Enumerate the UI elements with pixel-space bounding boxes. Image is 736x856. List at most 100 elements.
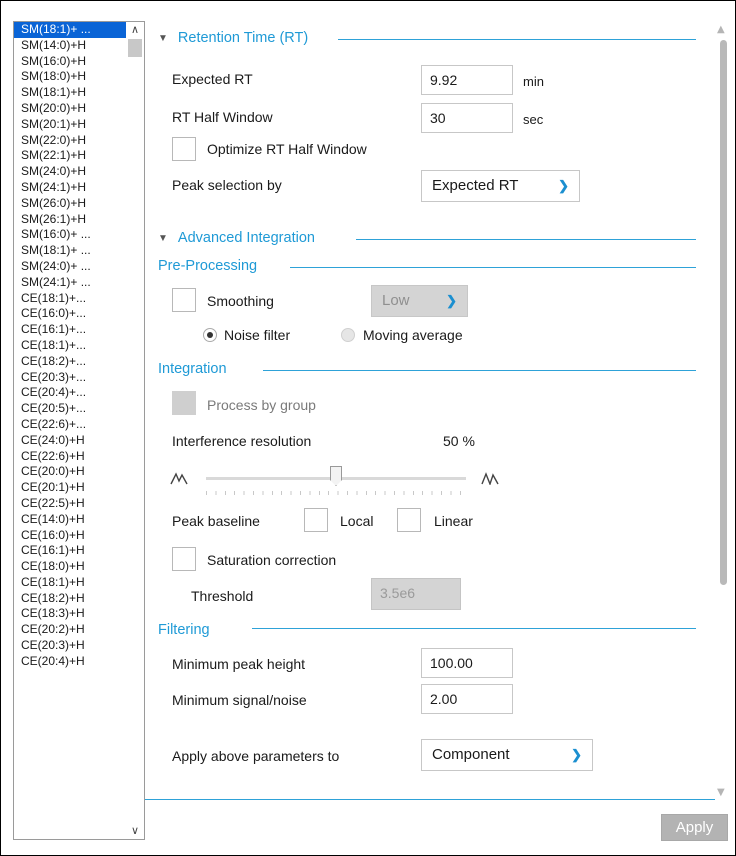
chevron-down-icon: ❯	[446, 293, 457, 308]
footer-divider	[145, 799, 715, 800]
list-scrollbar[interactable]: ∧ ∨	[126, 22, 144, 839]
section-retention-time[interactable]: ▼ Retention Time (RT)	[158, 30, 308, 46]
list-item[interactable]: CE(20:3)+...	[14, 370, 126, 386]
moving-average-radio[interactable]	[341, 328, 355, 342]
list-item[interactable]: SM(26:0)+H	[14, 196, 126, 212]
chevron-down-icon: ❯	[558, 178, 569, 193]
optimize-rt-label: Optimize RT Half Window	[207, 141, 367, 157]
slider-ticks	[206, 491, 466, 495]
list-item[interactable]: CE(16:0)+H	[14, 528, 126, 544]
list-item[interactable]: SM(24:0)+ ...	[14, 259, 126, 275]
expected-rt-input[interactable]: 9.92	[421, 65, 513, 95]
local-baseline-checkbox[interactable]	[304, 508, 328, 532]
list-item[interactable]: CE(22:6)+...	[14, 417, 126, 433]
list-item[interactable]: CE(18:2)+...	[14, 354, 126, 370]
apply-parameters-label: Apply above parameters to	[172, 748, 340, 764]
list-item[interactable]: SM(18:1)+ ...	[14, 243, 126, 259]
list-scroll-thumb[interactable]	[128, 39, 142, 57]
list-item[interactable]: SM(16:0)+ ...	[14, 227, 126, 243]
peak-narrow-icon	[481, 472, 499, 485]
section-advanced-integration[interactable]: ▼ Advanced Integration	[158, 230, 315, 246]
min-peak-height-input[interactable]: 100.00	[421, 648, 513, 678]
list-item[interactable]: CE(16:0)+...	[14, 306, 126, 322]
list-item[interactable]: CE(18:0)+H	[14, 559, 126, 575]
list-item[interactable]: SM(24:1)+ ...	[14, 275, 126, 291]
saturation-correction-checkbox[interactable]	[172, 547, 196, 571]
expected-rt-label: Expected RT	[172, 71, 253, 87]
list-item[interactable]: CE(16:1)+...	[14, 322, 126, 338]
threshold-input: 3.5e6	[371, 578, 461, 610]
smoothing-level-value: Low	[382, 292, 410, 309]
list-item[interactable]: CE(20:4)+...	[14, 385, 126, 401]
interference-resolution-value: 50 %	[443, 433, 475, 449]
collapse-triangle-icon[interactable]: ▼	[158, 33, 168, 44]
list-item[interactable]: SM(24:0)+H	[14, 164, 126, 180]
apply-button[interactable]: Apply	[661, 814, 728, 841]
list-item[interactable]: SM(18:1)+ ...	[14, 22, 126, 38]
panel-scrollbar[interactable]: ▲ ▼	[716, 22, 728, 798]
list-item[interactable]: SM(14:0)+H	[14, 38, 126, 54]
scroll-up-icon[interactable]: ∧	[126, 22, 144, 38]
list-item[interactable]: CE(20:4)+H	[14, 654, 126, 670]
compound-list[interactable]: SM(18:1)+ ... SM(14:0)+H SM(16:0)+H SM(18:0…	[13, 21, 145, 840]
section-title: Integration	[158, 361, 227, 377]
threshold-label: Threshold	[191, 588, 254, 604]
list-item[interactable]: SM(20:1)+H	[14, 117, 126, 133]
compound-list-items: SM(18:1)+ ... SM(14:0)+H SM(16:0)+H SM(18:0…	[14, 22, 126, 670]
section-title: Advanced Integration	[177, 230, 315, 246]
list-item[interactable]: CE(20:5)+...	[14, 401, 126, 417]
scroll-up-icon[interactable]: ▲	[717, 24, 725, 35]
section-divider	[290, 267, 696, 268]
panel-scroll-thumb[interactable]	[720, 40, 727, 585]
list-item[interactable]: SM(16:0)+H	[14, 54, 126, 70]
list-item[interactable]: CE(18:2)+H	[14, 591, 126, 607]
collapse-triangle-icon[interactable]: ▼	[158, 233, 168, 244]
list-item[interactable]: CE(20:2)+H	[14, 622, 126, 638]
list-item[interactable]: CE(16:1)+H	[14, 543, 126, 559]
noise-filter-label: Noise filter	[224, 327, 291, 343]
list-item[interactable]: CE(22:6)+H	[14, 449, 126, 465]
apply-to-dropdown[interactable]: Component ❯	[421, 739, 593, 771]
section-title: Filtering	[158, 622, 210, 638]
peak-wide-icon	[170, 472, 188, 485]
list-item[interactable]: CE(20:1)+H	[14, 480, 126, 496]
list-item[interactable]: CE(20:3)+H	[14, 638, 126, 654]
list-item[interactable]: CE(18:1)+...	[14, 291, 126, 307]
rt-half-window-input[interactable]: 30	[421, 103, 513, 133]
interference-slider-thumb[interactable]	[330, 466, 342, 486]
linear-baseline-checkbox[interactable]	[397, 508, 421, 532]
min-signal-noise-input[interactable]: 2.00	[421, 684, 513, 714]
section-divider	[356, 239, 696, 240]
process-by-group-label: Process by group	[207, 397, 316, 413]
scroll-down-icon[interactable]: ∨	[126, 823, 144, 839]
scroll-down-icon[interactable]: ▼	[717, 787, 725, 798]
list-item[interactable]: SM(18:1)+H	[14, 85, 126, 101]
list-item[interactable]: CE(24:0)+H	[14, 433, 126, 449]
peak-baseline-label: Peak baseline	[172, 513, 260, 529]
list-item[interactable]: CE(20:0)+H	[14, 464, 126, 480]
rt-half-window-label: RT Half Window	[172, 109, 273, 125]
rt-half-window-unit: sec	[523, 112, 544, 127]
noise-filter-radio[interactable]	[203, 328, 217, 342]
list-item[interactable]: SM(20:0)+H	[14, 101, 126, 117]
parameters-panel: ▼ Retention Time (RT) Expected RT 9.92 m…	[145, 8, 715, 818]
list-item[interactable]: SM(22:1)+H	[14, 148, 126, 164]
smoothing-label: Smoothing	[207, 293, 274, 309]
section-integration: Integration	[158, 361, 227, 377]
peak-selection-value: Expected RT	[432, 177, 519, 194]
list-item[interactable]: CE(14:0)+H	[14, 512, 126, 528]
list-item[interactable]: CE(22:5)+H	[14, 496, 126, 512]
list-item[interactable]: SM(18:0)+H	[14, 69, 126, 85]
list-item[interactable]: CE(18:1)+H	[14, 575, 126, 591]
smoothing-checkbox[interactable]	[172, 288, 196, 312]
apply-to-value: Component	[432, 746, 510, 763]
list-item[interactable]: CE(18:1)+...	[14, 338, 126, 354]
list-item[interactable]: CE(18:3)+H	[14, 606, 126, 622]
list-item[interactable]: SM(22:0)+H	[14, 133, 126, 149]
list-item[interactable]: SM(26:1)+H	[14, 212, 126, 228]
optimize-rt-checkbox[interactable]	[172, 137, 196, 161]
list-item[interactable]: SM(24:1)+H	[14, 180, 126, 196]
section-title: Retention Time (RT)	[177, 30, 309, 46]
smoothing-level-dropdown: Low ❯	[371, 285, 468, 317]
peak-selection-dropdown[interactable]: Expected RT ❯	[421, 170, 580, 202]
